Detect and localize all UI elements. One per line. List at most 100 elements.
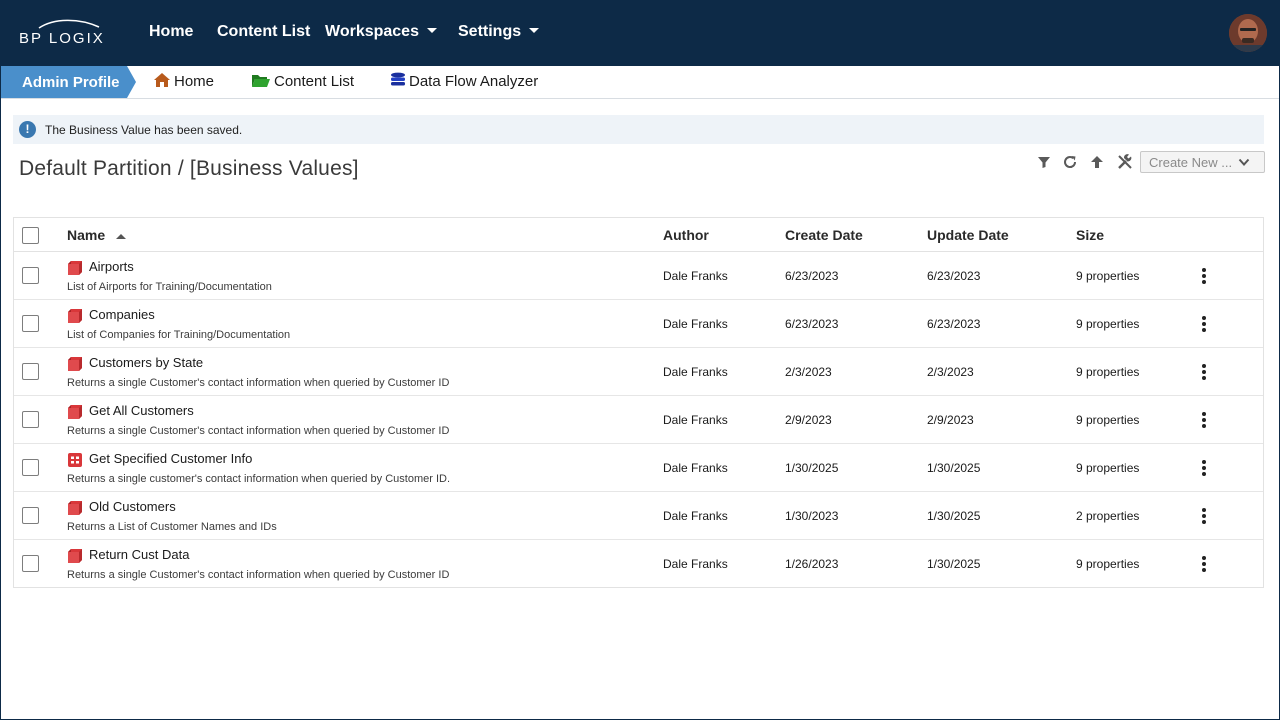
- column-name-label: Name: [67, 227, 106, 243]
- row-checkbox[interactable]: [22, 555, 39, 572]
- refresh-button[interactable]: [1061, 153, 1079, 171]
- row-description: Returns a single Customer's contact info…: [67, 377, 450, 389]
- up-level-button[interactable]: [1088, 153, 1106, 171]
- row-checkbox[interactable]: [22, 411, 39, 428]
- row-description: List of Airports for Training/Documentat…: [67, 281, 272, 293]
- row-checkbox[interactable]: [22, 267, 39, 284]
- table-row[interactable]: Old Customers Returns a List of Customer …: [14, 492, 1263, 540]
- nav-workspaces-label: Workspaces: [325, 23, 419, 40]
- status-message-text: The Business Value has been saved.: [45, 123, 243, 137]
- breadcrumb-data-flow-analyzer[interactable]: Data Flow Analyzer: [390, 72, 539, 90]
- row-actions-menu-icon[interactable]: [1199, 314, 1209, 334]
- nav-home[interactable]: Home: [149, 23, 193, 41]
- table-row[interactable]: Return Cust Data Returns a single Custome…: [14, 540, 1263, 588]
- create-new-dropdown[interactable]: Create New ...: [1140, 151, 1265, 173]
- row-name-link[interactable]: Get Specified Customer Info: [89, 451, 252, 466]
- row-description: List of Companies for Training/Documenta…: [67, 329, 291, 341]
- breadcrumb-data-flow-analyzer-label: Data Flow Analyzer: [409, 73, 539, 90]
- row-author: Dale Franks: [663, 509, 728, 523]
- row-author: Dale Franks: [663, 413, 728, 427]
- column-header-size[interactable]: Size: [1076, 227, 1104, 243]
- row-update-date: 6/23/2023: [927, 269, 981, 283]
- info-icon: !: [19, 121, 36, 138]
- row-author: Dale Franks: [663, 365, 728, 379]
- row-description: Returns a List of Customer Names and IDs: [67, 521, 277, 533]
- row-update-date: 1/30/2025: [927, 557, 981, 571]
- table-row[interactable]: Companies List of Companies for Training/…: [14, 300, 1263, 348]
- row-name-link[interactable]: Get All Customers: [89, 403, 194, 418]
- admin-profile-label: Admin Profile: [22, 74, 120, 91]
- tools-button[interactable]: [1116, 153, 1134, 171]
- row-size: 9 properties: [1076, 413, 1140, 427]
- column-header-name[interactable]: Name: [67, 227, 127, 243]
- row-name-link[interactable]: Return Cust Data: [89, 547, 189, 562]
- column-header-create-date[interactable]: Create Date: [785, 227, 863, 243]
- up-arrow-icon: [1091, 156, 1103, 168]
- logo-text: BP LOGIX: [19, 30, 105, 47]
- row-checkbox[interactable]: [22, 363, 39, 380]
- caret-down-icon: [529, 28, 540, 34]
- home-icon: [154, 73, 170, 88]
- row-create-date: 1/26/2023: [785, 557, 839, 571]
- row-actions-menu-icon[interactable]: [1199, 506, 1209, 526]
- business-value-icon: [67, 500, 83, 516]
- nav-settings-label: Settings: [458, 23, 522, 40]
- business-value-icon: [67, 356, 83, 372]
- row-name-link[interactable]: Old Customers: [89, 499, 176, 514]
- row-name-link[interactable]: Customers by State: [89, 355, 203, 370]
- table-row[interactable]: Airports List of Airports for Training/Do…: [14, 252, 1263, 300]
- bp-logix-logo[interactable]: BP LOGIX: [19, 19, 109, 49]
- breadcrumb-content-list[interactable]: Content List: [251, 73, 354, 90]
- row-size: 9 properties: [1076, 461, 1140, 475]
- row-actions-menu-icon[interactable]: [1199, 458, 1209, 478]
- caret-down-icon: [426, 28, 437, 34]
- tools-icon: [1118, 154, 1132, 169]
- nav-workspaces[interactable]: Workspaces: [325, 23, 437, 41]
- business-value-icon: [67, 308, 83, 324]
- nav-home-label: Home: [149, 23, 194, 40]
- nav-settings[interactable]: Settings: [458, 23, 540, 41]
- row-description: Returns a single Customer's contact info…: [67, 569, 450, 581]
- breadcrumb-home[interactable]: Home: [153, 73, 214, 90]
- row-create-date: 2/9/2023: [785, 413, 832, 427]
- row-create-date: 2/3/2023: [785, 365, 832, 379]
- column-header-author[interactable]: Author: [663, 227, 709, 243]
- breadcrumb-content-list-label: Content List: [274, 73, 355, 90]
- business-value-icon: [67, 260, 83, 276]
- business-values-table: Name Author Create Date Update Date Size…: [13, 217, 1264, 588]
- table-row[interactable]: Get Specified Customer Info Returns a sin…: [14, 444, 1263, 492]
- refresh-icon: [1064, 156, 1077, 168]
- table-row[interactable]: Customers by State Returns a single Custo…: [14, 348, 1263, 396]
- form-icon: [67, 452, 83, 468]
- filter-button[interactable]: [1035, 153, 1053, 171]
- row-size: 9 properties: [1076, 557, 1140, 571]
- select-all-checkbox[interactable]: [22, 227, 39, 244]
- row-checkbox[interactable]: [22, 459, 39, 476]
- row-checkbox[interactable]: [22, 507, 39, 524]
- nav-content-list[interactable]: Content List: [217, 23, 310, 41]
- row-actions-menu-icon[interactable]: [1199, 266, 1209, 286]
- table-row[interactable]: Get All Customers Returns a single Custom…: [14, 396, 1263, 444]
- row-name-link[interactable]: Airports: [89, 259, 134, 274]
- row-author: Dale Franks: [663, 269, 728, 283]
- row-actions-menu-icon[interactable]: [1199, 410, 1209, 430]
- business-value-icon: [67, 548, 83, 564]
- row-description: Returns a single Customer's contact info…: [67, 425, 450, 437]
- row-actions-menu-icon[interactable]: [1199, 362, 1209, 382]
- create-new-label: Create New ...: [1149, 155, 1233, 170]
- row-update-date: 6/23/2023: [927, 317, 981, 331]
- row-checkbox[interactable]: [22, 315, 39, 332]
- row-size: 9 properties: [1076, 365, 1140, 379]
- status-message: ! The Business Value has been saved.: [13, 115, 1264, 144]
- row-description: Returns a single customer's contact info…: [67, 473, 450, 485]
- user-avatar[interactable]: [1229, 14, 1267, 52]
- row-actions-menu-icon[interactable]: [1199, 554, 1209, 574]
- row-size: 2 properties: [1076, 509, 1140, 523]
- row-update-date: 1/30/2025: [927, 509, 981, 523]
- column-header-update-date[interactable]: Update Date: [927, 227, 1009, 243]
- row-update-date: 2/3/2023: [927, 365, 974, 379]
- top-navigation-bar: BP LOGIX Home Content List Workspaces Se…: [1, 1, 1279, 66]
- admin-profile-tab[interactable]: Admin Profile: [1, 66, 136, 98]
- row-name-link[interactable]: Companies: [89, 307, 155, 322]
- row-update-date: 1/30/2025: [927, 461, 981, 475]
